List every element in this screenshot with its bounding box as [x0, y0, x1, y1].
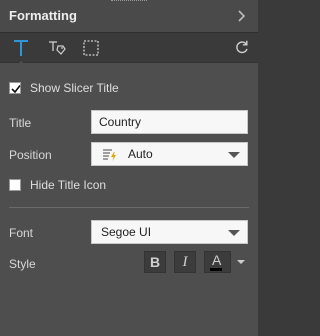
hide-title-icon-checkbox[interactable] — [9, 179, 21, 191]
tab-text-format[interactable] — [8, 35, 34, 67]
chevron-right-icon[interactable] — [236, 8, 248, 24]
font-dropdown[interactable]: Segoe UI — [91, 220, 248, 244]
chevron-down-icon — [228, 230, 240, 236]
tag-edit-icon — [49, 41, 66, 55]
tab-tag-edit[interactable] — [44, 35, 70, 61]
font-value: Segoe UI — [101, 225, 152, 239]
border-box-icon — [83, 40, 99, 56]
panel-title: Formatting — [9, 8, 77, 23]
title-label: Title — [9, 116, 32, 130]
font-color-caret[interactable] — [237, 260, 245, 264]
italic-button[interactable]: I — [174, 251, 196, 273]
font-color-swatch — [210, 268, 222, 271]
panel-header[interactable]: Formatting — [0, 0, 258, 33]
position-label: Position — [9, 148, 52, 162]
hide-title-icon-toggle[interactable]: Hide Title Icon — [9, 177, 106, 193]
title-input[interactable]: Country — [91, 110, 248, 134]
show-slicer-title-toggle[interactable]: Show Slicer Title — [9, 80, 119, 96]
tab-border-box[interactable] — [78, 35, 104, 61]
chevron-down-icon — [228, 152, 240, 158]
show-slicer-title-label: Show Slicer Title — [30, 81, 119, 95]
bold-button[interactable]: B — [144, 251, 166, 273]
font-color-button[interactable]: A — [204, 251, 231, 273]
show-slicer-title-checkbox[interactable] — [9, 82, 21, 94]
font-label: Font — [9, 226, 34, 240]
position-value: Auto — [128, 147, 153, 161]
position-dropdown[interactable]: Auto — [91, 142, 248, 166]
drag-grip[interactable] — [111, 0, 147, 4]
reset-icon[interactable] — [234, 39, 250, 55]
formatting-panel: Formatting Show Slicer Title Title Count… — [0, 0, 258, 336]
position-auto-icon — [102, 147, 118, 169]
text-format-icon — [14, 40, 28, 56]
style-label: Style — [9, 257, 36, 271]
hide-title-icon-label: Hide Title Icon — [30, 178, 107, 192]
formatting-body: Show Slicer Title Title Country Position… — [0, 63, 258, 336]
section-divider — [9, 207, 249, 208]
font-color-letter: A — [212, 252, 222, 268]
format-tabs — [0, 33, 258, 67]
